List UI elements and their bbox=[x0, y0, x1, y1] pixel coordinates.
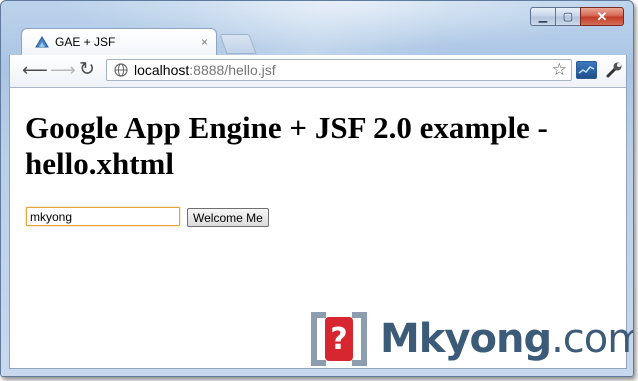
question-doc-icon: ? bbox=[311, 312, 367, 366]
maximize-button[interactable]: ▢ bbox=[555, 7, 580, 26]
mkyong-watermark: ? Mkyong.com bbox=[308, 311, 633, 367]
tab-title: GAE + JSF bbox=[55, 35, 116, 49]
name-input[interactable] bbox=[26, 207, 180, 226]
watermark-text: Mkyong.com bbox=[380, 316, 633, 362]
browser-tab[interactable]: GAE + JSF × bbox=[21, 28, 217, 55]
watermark-brand: Mkyong bbox=[380, 316, 552, 362]
toolbar: ⟵ ⟶ ↻ localhost:8888/hello.jsf ☆ bbox=[9, 55, 627, 88]
minimize-button[interactable]: ▁ bbox=[530, 7, 555, 26]
address-bar[interactable]: localhost:8888/hello.jsf ☆ bbox=[106, 59, 572, 81]
window-controls: ▁ ▢ ✕ bbox=[530, 7, 624, 26]
star-icon[interactable]: ☆ bbox=[552, 60, 567, 80]
page-content: Google App Engine + JSF 2.0 example - he… bbox=[9, 88, 633, 369]
wrench-icon[interactable] bbox=[604, 60, 624, 80]
back-arrow-icon[interactable]: ⟵ bbox=[22, 60, 48, 80]
welcome-me-button[interactable]: Welcome Me bbox=[187, 208, 269, 227]
watermark-suffix: .com bbox=[551, 316, 633, 362]
app-engine-icon bbox=[35, 36, 49, 48]
page-heading: Google App Engine + JSF 2.0 example - he… bbox=[25, 110, 548, 181]
browser-window: ▁ ▢ ✕ GAE + JSF × ⟵ ⟶ ↻ localhost:8888/h… bbox=[0, 0, 634, 377]
globe-icon bbox=[114, 63, 128, 77]
address-url: localhost:8888/hello.jsf bbox=[134, 62, 276, 78]
svg-text:?: ? bbox=[330, 322, 347, 357]
url-host: localhost bbox=[134, 62, 190, 78]
reload-icon[interactable]: ↻ bbox=[79, 60, 95, 80]
chart-extension-icon[interactable] bbox=[576, 61, 597, 79]
url-path: :8888/hello.jsf bbox=[189, 62, 276, 78]
tab-close-icon[interactable]: × bbox=[201, 35, 208, 49]
close-window-button[interactable]: ✕ bbox=[580, 7, 624, 26]
forward-arrow-icon[interactable]: ⟶ bbox=[50, 60, 76, 80]
